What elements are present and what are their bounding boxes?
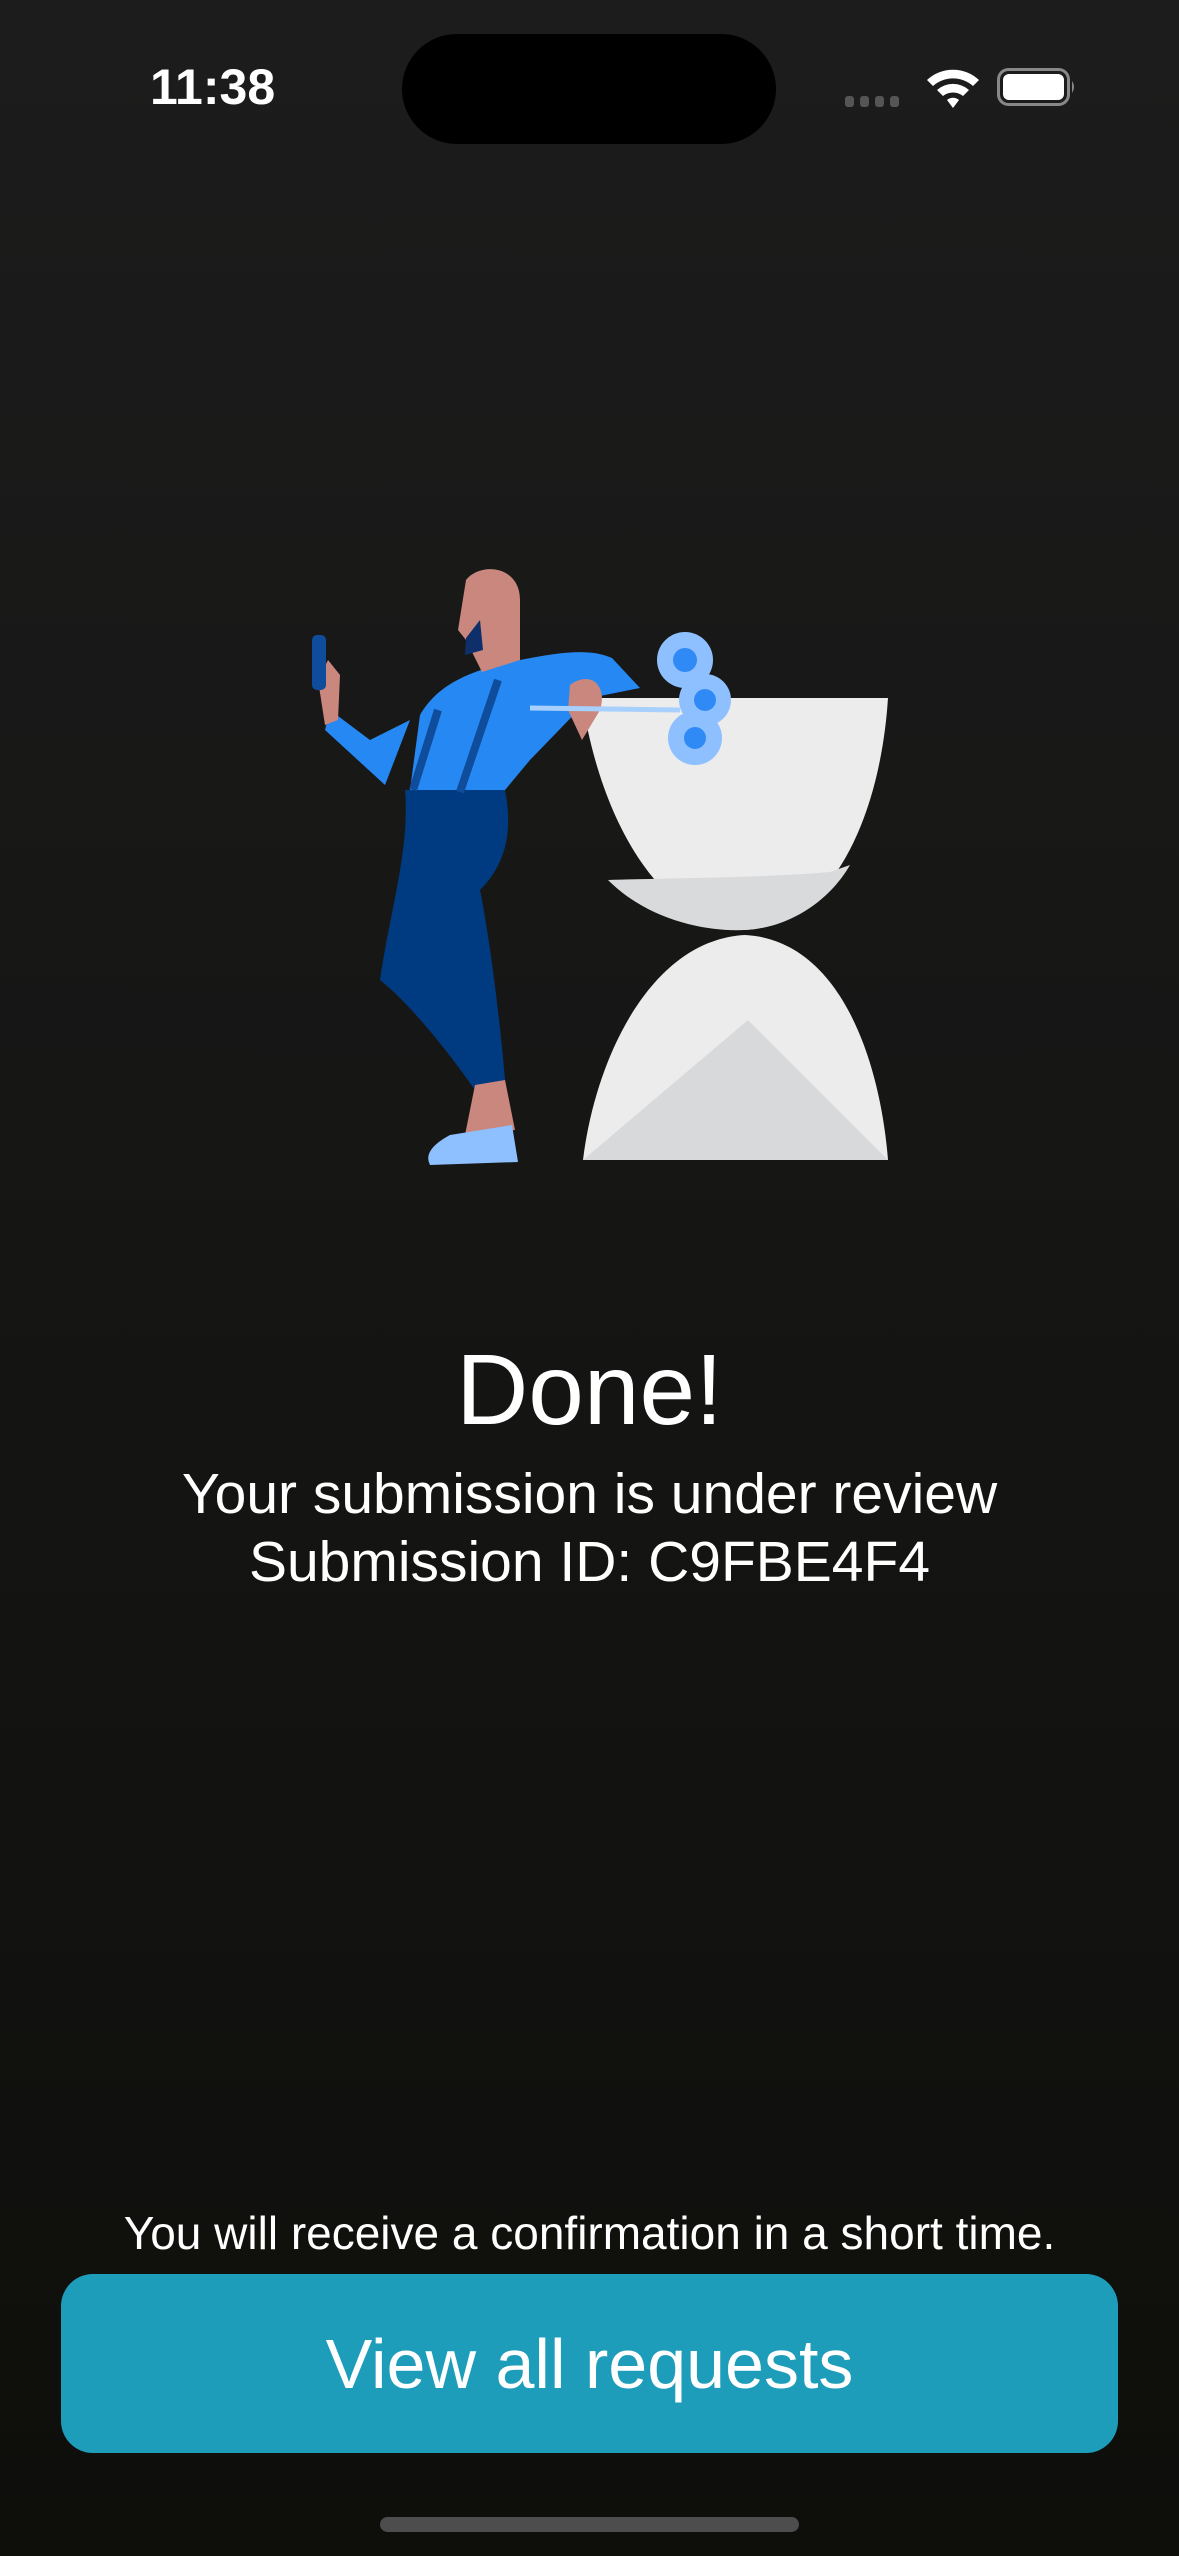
cellular-signal-icon <box>845 96 899 107</box>
wifi-icon <box>927 69 979 108</box>
confirmation-note: You will receive a confirmation in a sho… <box>123 2207 1056 2259</box>
page-title: Done! <box>456 1334 723 1446</box>
view-all-requests-button[interactable]: View all requests <box>61 2274 1118 2453</box>
hourglass-person-illustration <box>312 569 888 1165</box>
dynamic-island <box>402 34 776 144</box>
submission-id: Submission ID: C9FBE4F4 <box>248 1530 931 1594</box>
status-time: 11:38 <box>150 59 276 115</box>
status-message: Your submission is under review <box>181 1462 998 1526</box>
battery-icon <box>997 68 1074 106</box>
home-indicator[interactable] <box>380 2517 799 2532</box>
